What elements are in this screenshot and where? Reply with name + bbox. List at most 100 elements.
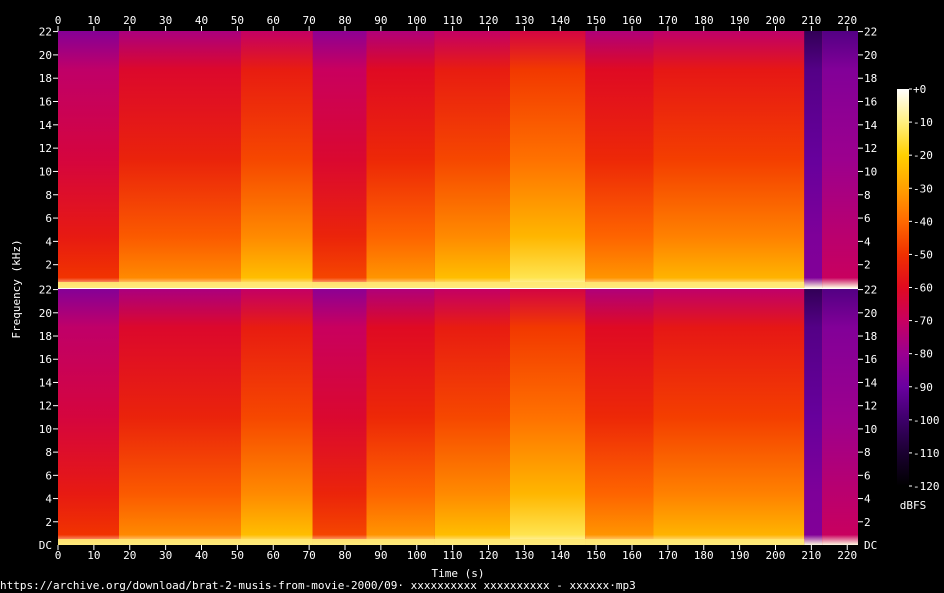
colorbar-tick-label: -100	[913, 414, 940, 427]
x-tick-label: 10	[87, 549, 100, 562]
y-tick-label: 16	[864, 96, 877, 109]
low-frequency-band	[58, 539, 805, 545]
x-tick-label: 60	[267, 549, 280, 562]
x-tick-label: 170	[658, 549, 678, 562]
y-tick-label: 18	[39, 72, 52, 85]
x-tick-label: 200	[766, 549, 786, 562]
spectrogram-segment	[510, 289, 586, 545]
x-tick-label: 220	[837, 14, 857, 27]
spectrogram-segment	[434, 31, 510, 288]
spectrogram-segment	[58, 289, 119, 545]
colorbar-tick-label: -110	[913, 447, 940, 460]
low-frequency-band	[58, 282, 805, 288]
x-tick-label: 220	[837, 549, 857, 562]
x-tick-label: 80	[338, 14, 351, 27]
y-tick-label: 6	[45, 469, 52, 482]
colorbar-tick-label: -60	[913, 282, 933, 295]
y-tick-label: 14	[39, 119, 53, 132]
y-axis-right: 246810121416182022246810121416182022DC	[858, 26, 878, 552]
colorbar: +0 -10 -20 -30 -40 -50 -60 -70 -80 -90 -100 -110 -12…	[897, 83, 940, 493]
y-tick-label: 10	[39, 423, 52, 436]
y-axis-label: Frequency (kHz)	[10, 239, 23, 338]
y-tick-label: 6	[864, 212, 871, 225]
y-tick-label: 4	[45, 493, 52, 506]
x-tick-label: 90	[374, 14, 387, 27]
x-axis-bottom: 0 10 20 30 40 50 60 70 80 90 100 110 120 130 140 150 160…	[55, 545, 857, 562]
x-tick-label: 30	[159, 549, 172, 562]
x-axis-top: 0 10 20 30 40 50 60 70 80 90 100 110 120 130 140 150 160…	[55, 14, 857, 31]
x-tick-label: 40	[195, 14, 208, 27]
spectrogram-panels	[58, 31, 858, 545]
y-tick-label: 20	[39, 49, 52, 62]
y-tick-label: 8	[864, 446, 871, 459]
colorbar-tick-label: -120	[913, 480, 940, 493]
y-tick-label: 22	[39, 26, 52, 39]
spectrogram-segment	[241, 289, 313, 545]
spectrogram-segment	[119, 31, 241, 288]
x-tick-label: 110	[443, 549, 463, 562]
x-tick-label: 40	[195, 549, 208, 562]
y-tick-label: 22	[864, 284, 877, 297]
y-tick-label: 12	[864, 400, 877, 413]
y-tick-label: 4	[864, 235, 871, 248]
colorbar-label: dBFS	[900, 499, 927, 512]
spectrogram-segment	[804, 289, 823, 545]
x-tick-label: 170	[658, 14, 678, 27]
y-tick-label: 12	[864, 142, 877, 155]
x-tick-label: 140	[550, 14, 570, 27]
spectrogram-segment	[585, 31, 654, 288]
colorbar-scale	[897, 89, 909, 486]
y-tick-label: 8	[45, 189, 52, 202]
x-tick-label: 120	[479, 549, 499, 562]
spectrogram-chart: 0 10 20 30 40 50 60 70 80 90 100 110 120 130 140 150 160…	[10, 14, 940, 580]
colorbar-tick-label: -70	[913, 315, 933, 328]
y-tick-label: 6	[864, 469, 871, 482]
y-axis-left: 246810121416182022246810121416182022DC	[39, 26, 58, 552]
x-tick-label: 150	[586, 549, 606, 562]
x-tick-label: 20	[123, 549, 136, 562]
y-dc-label: DC	[39, 539, 52, 552]
spectrogram-segment	[822, 31, 858, 288]
y-tick-label: 18	[864, 72, 877, 85]
x-tick-label: 130	[514, 14, 534, 27]
x-tick-label: 160	[622, 549, 642, 562]
spectrogram-segment	[312, 289, 367, 545]
y-tick-label: 10	[864, 423, 877, 436]
x-tick-label: 0	[55, 14, 62, 27]
x-tick-label: 70	[302, 14, 315, 27]
x-tick-label: 210	[801, 549, 821, 562]
spectrogram-segment	[804, 31, 823, 288]
colorbar-tick-label: -10	[913, 116, 933, 129]
y-tick-label: 14	[864, 119, 878, 132]
y-tick-label: 20	[864, 307, 877, 320]
y-tick-label: 2	[45, 516, 52, 529]
x-tick-label: 180	[694, 14, 714, 27]
colorbar-tick-label: -80	[913, 348, 933, 361]
source-url-caption: https://archive.org/download/brat-2-musi…	[0, 579, 636, 592]
spectrogram-segment	[434, 289, 510, 545]
x-tick-label: 160	[622, 14, 642, 27]
colorbar-tick-label: -50	[913, 248, 933, 261]
x-tick-label: 150	[586, 14, 606, 27]
x-tick-label: 100	[407, 14, 427, 27]
x-tick-label: 130	[514, 549, 534, 562]
y-tick-label: 8	[45, 446, 52, 459]
spectrogram-segment	[366, 31, 435, 288]
colorbar-tick-label: -20	[913, 149, 933, 162]
x-tick-label: 120	[479, 14, 499, 27]
x-tick-label: 10	[87, 14, 100, 27]
x-tick-label: 190	[730, 549, 750, 562]
y-tick-label: 16	[39, 96, 52, 109]
spectrogram-segment	[58, 31, 119, 288]
x-tick-label: 50	[231, 549, 244, 562]
y-tick-label: 16	[864, 353, 877, 366]
x-tick-label: 110	[443, 14, 463, 27]
x-tick-label: 190	[730, 14, 750, 27]
spectrogram-segment	[119, 289, 241, 545]
y-tick-label: 2	[864, 259, 871, 272]
x-tick-label: 30	[159, 14, 172, 27]
y-tick-label: 2	[864, 516, 871, 529]
spectrogram-segment	[241, 31, 313, 288]
x-tick-label: 140	[550, 549, 570, 562]
y-tick-label: 20	[39, 307, 52, 320]
